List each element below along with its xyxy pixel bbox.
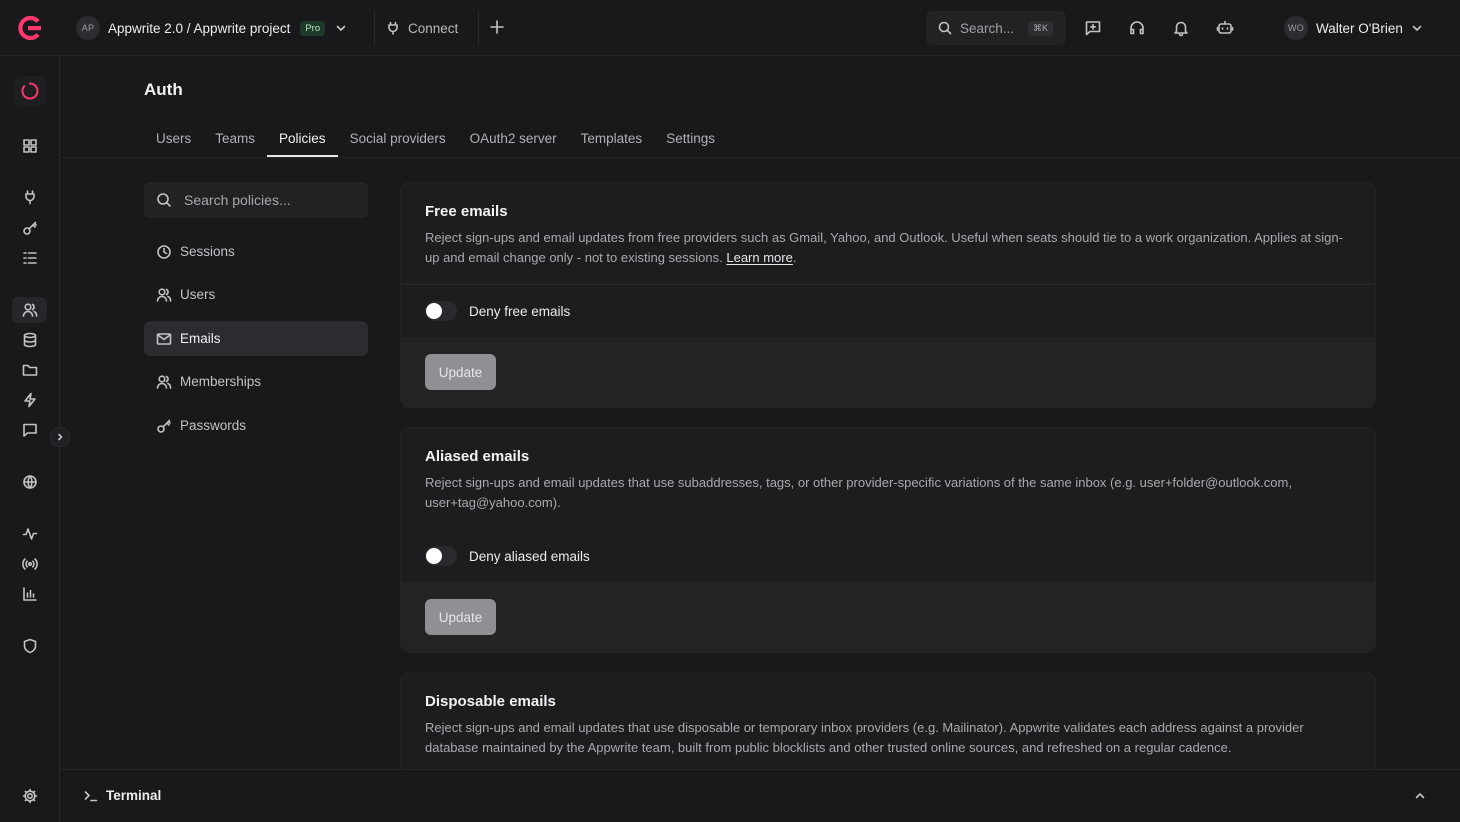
- search-shortcut: ⌘K: [1028, 20, 1054, 36]
- policy-nav-passwords[interactable]: Passwords: [144, 408, 368, 443]
- deny-aliased-emails-toggle[interactable]: [425, 546, 457, 566]
- aliased-emails-card: Aliased emails Reject sign-ups and email…: [400, 427, 1376, 653]
- usage-chart-icon[interactable]: [12, 581, 47, 607]
- project-avatar: AP: [76, 16, 100, 40]
- deny-free-emails-toggle[interactable]: [425, 301, 457, 321]
- tab-oauth2-server[interactable]: OAuth2 server: [458, 120, 569, 157]
- shield-icon[interactable]: [12, 633, 47, 659]
- user-menu[interactable]: WO Walter O'Brien: [1284, 16, 1423, 40]
- connect-button[interactable]: Connect: [386, 16, 458, 40]
- policy-nav-label: Emails: [180, 331, 221, 346]
- auth-tabs: Users Teams Policies Social providers OA…: [144, 120, 727, 157]
- update-button[interactable]: Update: [425, 599, 496, 635]
- project-switcher[interactable]: AP Appwrite 2.0 / Appwrite project Pro: [76, 16, 347, 40]
- project-name: Appwrite 2.0 / Appwrite project: [108, 20, 291, 36]
- toggle-row: Deny free emails: [401, 285, 1375, 337]
- folder-icon[interactable]: [12, 357, 47, 383]
- policy-nav-label: Passwords: [180, 418, 247, 433]
- card-footer: Update: [401, 337, 1375, 407]
- plug-icon[interactable]: [12, 184, 47, 210]
- lightning-icon[interactable]: [12, 387, 47, 413]
- left-rail: [0, 56, 70, 822]
- user-avatar: WO: [1284, 16, 1308, 40]
- support-headset-icon[interactable]: [1128, 19, 1146, 37]
- card-title: Aliased emails: [425, 448, 530, 465]
- memberships-icon: [156, 374, 172, 390]
- search-icon: [156, 192, 172, 208]
- top-bar: AP Appwrite 2.0 / Appwrite project Pro C…: [0, 0, 1460, 56]
- connect-label: Connect: [408, 20, 459, 36]
- user-name: Walter O'Brien: [1316, 20, 1403, 36]
- project-overview-icon[interactable]: [14, 76, 46, 106]
- tab-teams[interactable]: Teams: [203, 120, 267, 157]
- terminal-bar[interactable]: Terminal: [60, 769, 1460, 822]
- feedback-icon[interactable]: [1084, 19, 1102, 37]
- card-footer: Update: [401, 582, 1375, 652]
- policies-search: [144, 182, 368, 218]
- plan-badge: Pro: [300, 20, 326, 36]
- free-emails-card: Free emails Reject sign-ups and email up…: [400, 182, 1376, 408]
- divider: [374, 10, 375, 46]
- card-description-text: Reject sign-ups and email updates from f…: [425, 230, 1343, 265]
- card-title: Free emails: [425, 203, 508, 220]
- bell-icon[interactable]: [1172, 19, 1190, 37]
- list-icon[interactable]: [12, 245, 47, 271]
- toggle-knob: [426, 303, 442, 319]
- assistant-bot-icon[interactable]: [1216, 19, 1234, 37]
- card-description: Reject sign-ups and email updates that u…: [425, 720, 1304, 755]
- page-title: Auth: [144, 80, 183, 99]
- tabs-divider: [60, 157, 1460, 158]
- chevron-down-icon: [1411, 22, 1423, 34]
- settings-gear-icon[interactable]: [12, 783, 47, 809]
- plug-icon: [386, 21, 400, 35]
- policy-nav-memberships[interactable]: Memberships: [144, 364, 368, 399]
- search-button[interactable]: Search... ⌘K: [926, 11, 1066, 45]
- policies-search-input[interactable]: [184, 192, 354, 208]
- toggle-label: Deny free emails: [469, 303, 571, 319]
- learn-more-link[interactable]: Learn more: [726, 250, 792, 265]
- tab-social-providers[interactable]: Social providers: [338, 120, 458, 157]
- tab-templates[interactable]: Templates: [569, 120, 655, 157]
- mail-icon: [156, 331, 172, 347]
- users-icon: [156, 287, 172, 303]
- policy-nav-users[interactable]: Users: [144, 277, 368, 312]
- overview-grid-icon[interactable]: [12, 133, 47, 159]
- search-label: Search...: [960, 20, 1015, 36]
- policy-nav-label: Users: [180, 287, 216, 302]
- policy-nav-label: Memberships: [180, 374, 262, 389]
- key-icon: [156, 418, 172, 434]
- clock-icon: [156, 244, 172, 260]
- toggle-label: Deny aliased emails: [469, 548, 590, 564]
- update-button[interactable]: Update: [425, 354, 496, 390]
- terminal-label: Terminal: [106, 788, 162, 803]
- chevron-down-icon: [335, 22, 347, 34]
- message-icon[interactable]: [12, 417, 47, 443]
- add-icon[interactable]: [488, 18, 506, 36]
- toggle-knob: [426, 548, 442, 564]
- terminal-prompt-icon: [84, 789, 98, 803]
- activity-icon[interactable]: [12, 521, 47, 547]
- divider: [478, 10, 479, 46]
- tab-policies[interactable]: Policies: [267, 120, 338, 157]
- database-icon[interactable]: [12, 327, 47, 353]
- tab-settings[interactable]: Settings: [654, 120, 727, 157]
- appwrite-logo-icon[interactable]: [16, 15, 44, 41]
- expand-sidebar-chevron-icon[interactable]: [50, 427, 70, 447]
- policy-nav-label: Sessions: [180, 244, 235, 259]
- auth-users-icon[interactable]: [12, 297, 47, 323]
- policy-nav-sessions[interactable]: Sessions: [144, 234, 368, 269]
- chevron-up-icon[interactable]: [1414, 790, 1426, 802]
- card-description: Reject sign-ups and email updates from f…: [425, 230, 1343, 265]
- card-description: Reject sign-ups and email updates that u…: [425, 475, 1292, 510]
- globe-icon[interactable]: [12, 469, 47, 495]
- realtime-broadcast-icon[interactable]: [12, 551, 47, 577]
- key-icon[interactable]: [12, 215, 47, 241]
- policy-nav-emails[interactable]: Emails: [144, 321, 368, 356]
- tab-users[interactable]: Users: [144, 120, 203, 157]
- card-title: Disposable emails: [425, 693, 556, 710]
- toggle-row: Deny aliased emails: [401, 530, 1375, 582]
- search-icon: [938, 21, 952, 35]
